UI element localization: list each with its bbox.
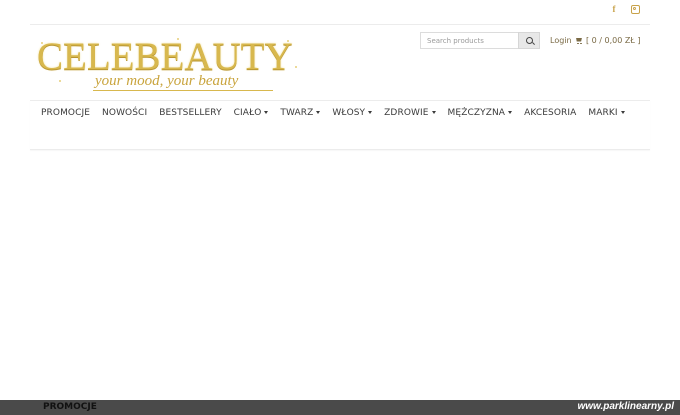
top-bar: f: [30, 0, 650, 25]
caret-down-icon: [620, 111, 625, 114]
search-form: [420, 32, 540, 49]
search-button[interactable]: [518, 32, 540, 49]
nav-item-marki[interactable]: MARKI: [582, 101, 630, 124]
nav-item-label: MARKI: [588, 107, 618, 118]
nav-item-bestsellery[interactable]: BESTSELLERY: [153, 101, 227, 124]
logo-underline: [93, 90, 273, 91]
main-navigation: PROMOCJE NOWOŚCI BESTSELLERY CIAŁO TWARZ WŁOS…: [30, 100, 650, 150]
nav-item-label: ZDROWIE: [384, 107, 429, 118]
nav-item-label: CIAŁO: [233, 107, 262, 118]
logo-wordmark: CELEBEAUTY: [37, 35, 293, 78]
caret-down-icon: [431, 111, 436, 114]
footer-bar: PROMOCJE www.parklinearny.pl: [0, 400, 680, 415]
nav-item-akcesoria[interactable]: AKCESORIA: [518, 101, 582, 124]
logo-tagline: your mood, your beauty: [95, 73, 239, 89]
caret-down-icon: [368, 111, 373, 114]
nav-item-label: TWARZ: [280, 107, 314, 118]
nav-item-label: AKCESORIA: [524, 107, 577, 118]
logo-sparkle: [295, 66, 297, 68]
search-icon: [525, 37, 533, 44]
login-link[interactable]: Login: [550, 36, 572, 45]
cart-summary: [ 0 / 0,00 ZŁ ]: [586, 36, 641, 45]
search-input[interactable]: [420, 32, 518, 49]
cart-link[interactable]: [ 0 / 0,00 ZŁ ]: [575, 36, 641, 45]
nav-item-nowości[interactable]: NOWOŚCI: [96, 101, 153, 124]
nav-item-zdrowie[interactable]: ZDROWIE: [378, 101, 441, 124]
logo-sparkle: [59, 80, 61, 82]
instagram-icon[interactable]: [629, 3, 641, 15]
nav-item-ciało[interactable]: CIAŁO: [228, 101, 275, 124]
nav-item-promocje[interactable]: PROMOCJE: [35, 101, 96, 124]
logo-sparkle: [177, 38, 179, 40]
nav-item-label: PROMOCJE: [41, 107, 91, 118]
nav-item-label: WŁOSY: [332, 107, 366, 118]
nav-item-twarz[interactable]: TWARZ: [274, 101, 326, 124]
nav-item-label: MĘŻCZYZNA: [447, 107, 506, 118]
watermark: www.parklinearny.pl: [577, 401, 674, 412]
logo-sparkle: [41, 42, 43, 44]
facebook-icon[interactable]: f: [608, 3, 620, 15]
footer-promocje-link[interactable]: PROMOCJE: [43, 402, 97, 412]
logo-sparkle: [287, 40, 289, 42]
caret-down-icon: [316, 111, 321, 114]
nav-item-mężczyzna[interactable]: MĘŻCZYZNA: [442, 101, 519, 124]
caret-down-icon: [508, 111, 513, 114]
site-logo[interactable]: CELEBEAUTY your mood, your beauty: [37, 36, 302, 96]
cart-icon: [575, 37, 584, 45]
caret-down-icon: [264, 111, 269, 114]
nav-item-włosy[interactable]: WŁOSY: [326, 101, 378, 124]
nav-item-label: BESTSELLERY: [159, 107, 222, 118]
nav-menu: PROMOCJE NOWOŚCI BESTSELLERY CIAŁO TWARZ WŁOS…: [35, 101, 650, 124]
nav-item-label: NOWOŚCI: [102, 107, 148, 118]
